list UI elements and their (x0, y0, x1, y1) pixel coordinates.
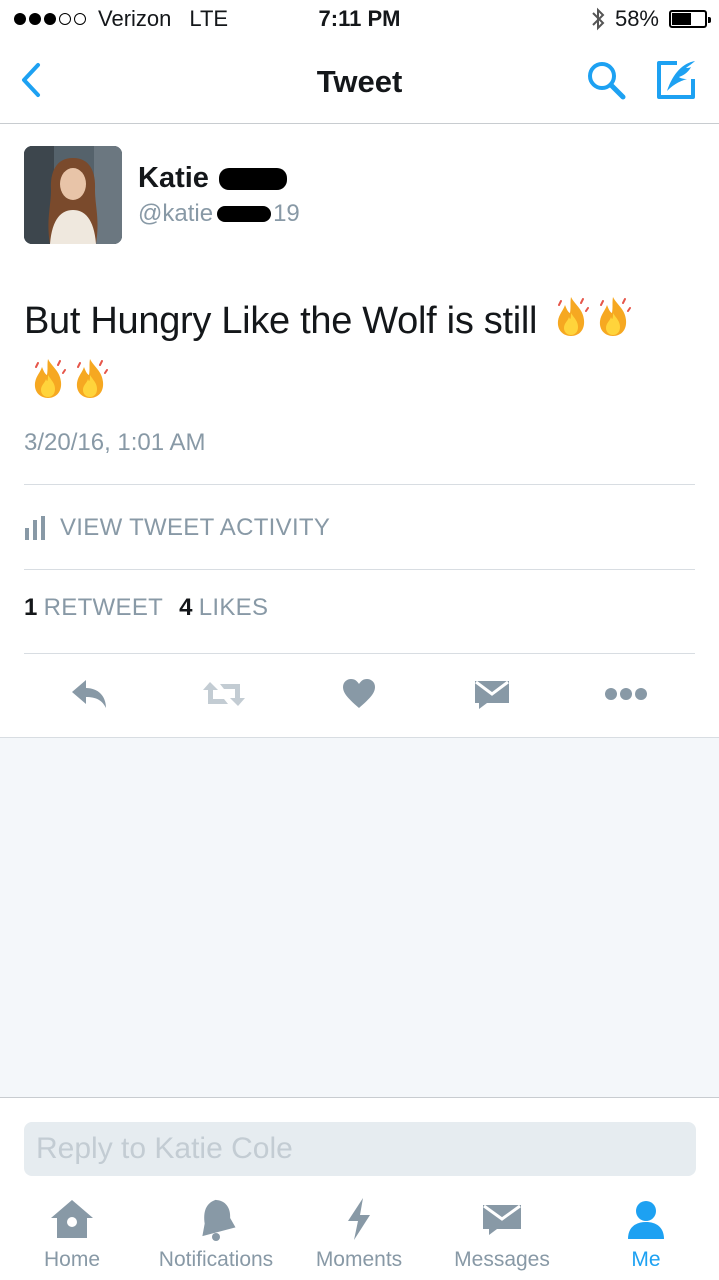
tweet-text: But Hungry Like the Wolf is still (24, 290, 664, 414)
activity-label: VIEW TWEET ACTIVITY (60, 514, 331, 541)
author-first-name: Katie (138, 162, 209, 194)
reply-button[interactable] (68, 674, 112, 714)
nav-bar: Tweet (0, 40, 719, 124)
status-right: 58% (591, 6, 711, 32)
direct-message-button[interactable] (470, 674, 514, 714)
tweet-timestamp: 3/20/16, 1:01 AM (24, 429, 206, 456)
tweet-actions (0, 664, 719, 724)
more-dots-icon (605, 688, 647, 700)
person-icon (621, 1194, 671, 1244)
tab-label: Me (631, 1248, 661, 1271)
tab-label: Moments (315, 1248, 403, 1271)
divider (24, 653, 695, 654)
envelope-icon (477, 1194, 527, 1244)
tweet-author-name[interactable]: Katie (138, 162, 287, 195)
like-button[interactable] (337, 674, 381, 714)
retweet-count: 1 (24, 594, 38, 621)
fire-emoji (30, 356, 66, 398)
status-bar: Verizon LTE 7:11 PM 58% (0, 0, 719, 40)
fire-emoji (72, 356, 108, 398)
battery-tip (708, 17, 711, 23)
fire-emoji (595, 294, 632, 336)
redaction-mark (217, 206, 272, 222)
battery-icon (669, 10, 711, 28)
handle-prefix: @katie (138, 200, 214, 227)
tab-me[interactable]: Me (606, 1194, 686, 1278)
reply-input[interactable] (24, 1122, 696, 1176)
retweet-stat[interactable]: 1 RETWEET (24, 594, 163, 622)
battery-fill (672, 13, 691, 25)
handle-suffix: 19 (273, 200, 300, 227)
lightning-icon (334, 1194, 384, 1244)
divider (24, 484, 695, 485)
tab-home[interactable]: Home (22, 1194, 122, 1278)
compose-icon[interactable] (653, 57, 699, 103)
conversation-empty-area (0, 738, 719, 1098)
heart-icon (343, 679, 375, 708)
redaction-mark (218, 167, 287, 190)
fire-emoji (553, 294, 590, 336)
bell-icon (191, 1194, 241, 1244)
retweet-icon (203, 682, 245, 706)
tweet-stats: 1 RETWEET 4 LIKES (24, 594, 268, 622)
envelope-icon (475, 680, 509, 709)
avatar[interactable] (24, 146, 122, 244)
tab-bar: Home Notifications Moments Messages Me (0, 1188, 719, 1280)
like-stat[interactable]: 4 LIKES (179, 594, 268, 622)
tab-moments[interactable]: Moments (306, 1194, 412, 1278)
view-tweet-activity-link[interactable]: VIEW TWEET ACTIVITY (24, 510, 330, 546)
battery-percent: 58% (614, 6, 659, 31)
bar-chart-icon (25, 516, 45, 540)
tweet-author-handle[interactable]: @katie 19 (138, 200, 300, 228)
tweet-body: But Hungry Like the Wolf is still (24, 300, 538, 342)
bluetooth-icon (592, 7, 605, 31)
divider (24, 569, 695, 570)
avatar-photo (24, 146, 122, 244)
search-icon[interactable] (585, 59, 629, 103)
like-label: LIKES (198, 594, 269, 621)
reply-bar (0, 1098, 719, 1188)
tab-label: Notifications (158, 1248, 274, 1271)
tweet-detail: Katie @katie 19 But Hungry Like the Wolf… (0, 124, 719, 738)
retweet-button[interactable] (202, 674, 246, 714)
tab-messages[interactable]: Messages (446, 1194, 558, 1278)
reply-icon (72, 680, 106, 708)
tab-label: Home (43, 1248, 101, 1271)
tab-label: Messages (454, 1248, 550, 1271)
tab-notifications[interactable]: Notifications (148, 1194, 284, 1278)
more-options-button[interactable] (604, 674, 648, 714)
like-count: 4 (179, 594, 193, 621)
retweet-label: RETWEET (43, 594, 164, 621)
home-icon (47, 1194, 97, 1244)
